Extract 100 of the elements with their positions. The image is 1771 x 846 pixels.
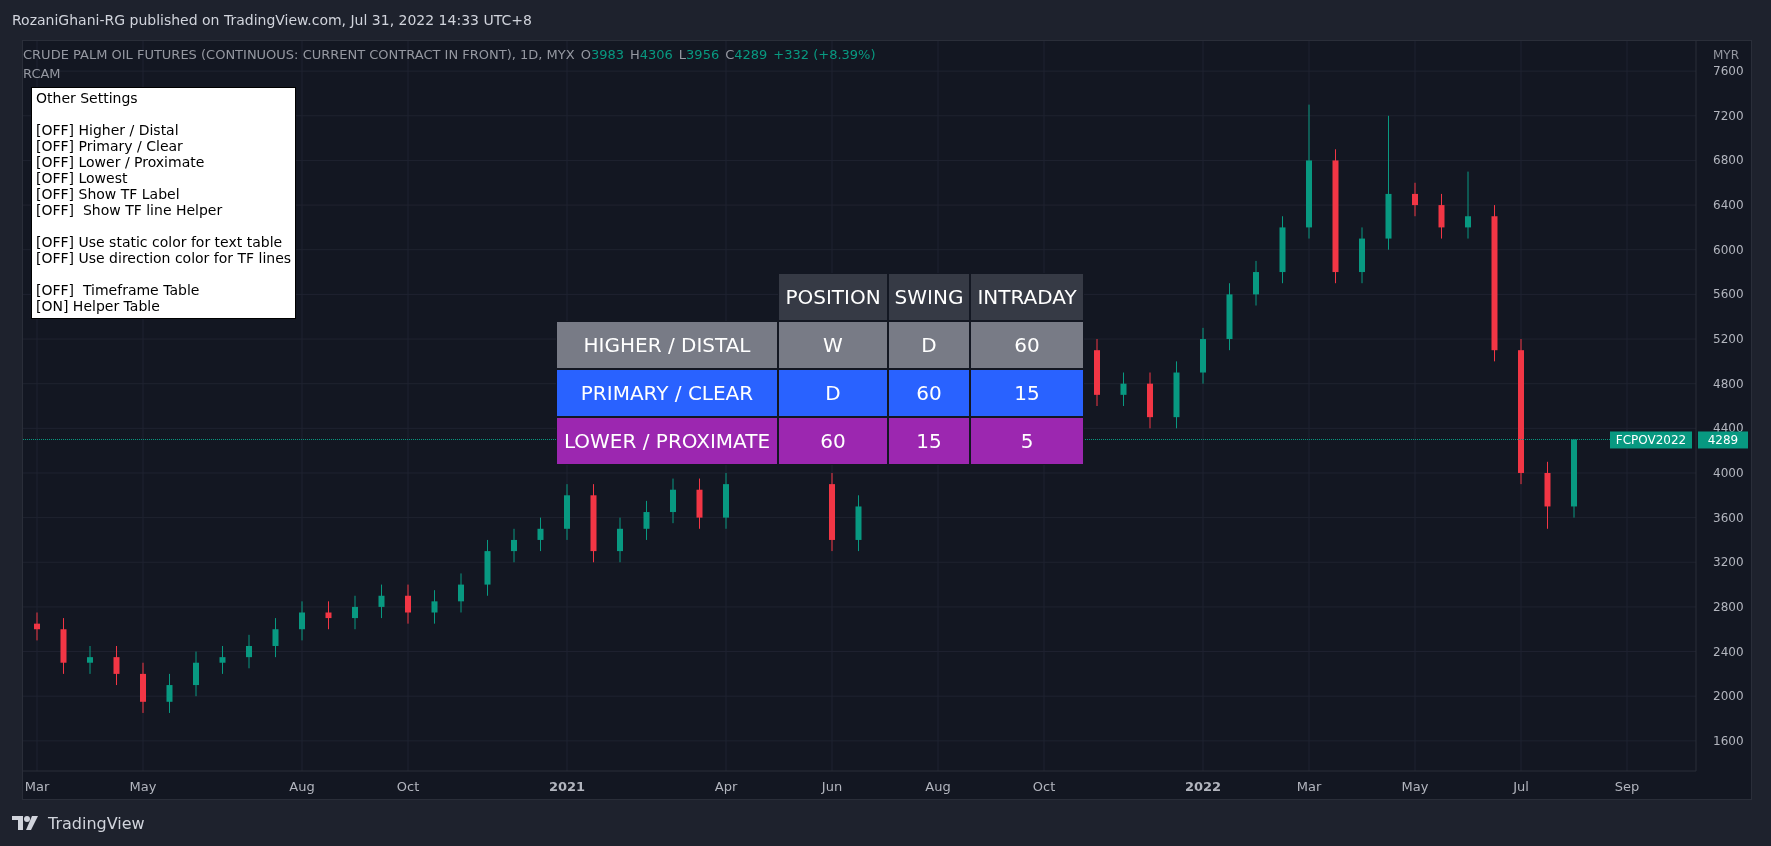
candlestick — [34, 612, 40, 641]
candlestick — [564, 483, 570, 541]
candlestick — [537, 517, 544, 552]
time-tick: 2021 — [548, 779, 586, 794]
candlestick — [511, 528, 517, 563]
setting-line: [OFF] Use direction color for TF lines — [36, 250, 292, 266]
candlestick — [113, 645, 120, 686]
candlestick — [1200, 327, 1206, 385]
candlestick — [617, 517, 623, 563]
table-cell: 15 — [888, 417, 970, 465]
settings-title: Other Settings — [36, 90, 139, 106]
price-change: +332 (+8.39%) — [773, 46, 876, 64]
table-cell: D — [888, 321, 970, 369]
candlestick — [855, 494, 862, 552]
candlestick — [193, 651, 199, 697]
column-header: INTRADAY — [970, 273, 1084, 321]
setting-line: [ON] Helper Table — [36, 298, 161, 314]
price-tick: 5600 — [1713, 287, 1744, 302]
candlestick — [405, 584, 411, 625]
setting-line: [OFF] Show TF line Helper — [36, 202, 224, 218]
price-tick: 6000 — [1713, 242, 1744, 257]
column-header: POSITION — [778, 273, 888, 321]
time-tick: Mar — [1296, 779, 1322, 794]
last-price-label: 4289 — [1698, 431, 1748, 449]
symbol-title: CRUDE PALM OIL FUTURES (CONTINUOUS: CURRENT CONTRACT IN FRONT), 1D, MYX — [23, 46, 575, 64]
table-cell: 5 — [970, 417, 1084, 465]
series-name-label: FCPOV2022 — [1610, 431, 1692, 449]
price-tick: 3600 — [1713, 510, 1744, 525]
candlestick — [1120, 372, 1127, 407]
brand-name: TradingView — [48, 813, 145, 833]
candlestick — [378, 584, 385, 619]
candlestick — [352, 595, 358, 630]
time-tick: May — [1401, 779, 1429, 794]
row-header: HIGHER / DISTAL — [556, 321, 778, 369]
candlestick — [643, 500, 650, 541]
candlestick — [1226, 282, 1233, 351]
table-cell: W — [778, 321, 888, 369]
candlestick — [1412, 182, 1418, 217]
price-tick: 3200 — [1713, 555, 1744, 570]
candlestick — [87, 645, 93, 675]
price-tick: 7200 — [1713, 108, 1744, 123]
currency-label: MYR — [1713, 48, 1740, 62]
time-tick: Aug — [289, 779, 315, 794]
candlestick — [246, 634, 252, 669]
setting-line: [OFF] Higher / Distal — [36, 122, 180, 138]
time-tick: Oct — [1032, 779, 1056, 794]
candlestick — [484, 539, 491, 597]
time-tick: May — [129, 779, 157, 794]
row-header: LOWER / PROXIMATE — [556, 417, 778, 465]
setting-line: [OFF] Timeframe Table — [36, 282, 201, 298]
table-cell: 60 — [888, 369, 970, 417]
candlestick — [1253, 260, 1259, 307]
candlestick — [1147, 372, 1153, 429]
table-cell: 60 — [778, 417, 888, 465]
time-tick: 2022 — [1184, 779, 1222, 794]
price-tick: 6400 — [1713, 198, 1744, 213]
time-tick: Mar — [24, 779, 50, 794]
candlestick — [1438, 193, 1445, 240]
setting-line: [OFF] Lower / Proximate — [36, 154, 206, 170]
candlestick — [1094, 338, 1100, 407]
ohlc-value: H4306 — [629, 46, 673, 64]
candlestick — [1544, 461, 1551, 530]
candlestick — [299, 600, 305, 641]
price-tick: 2400 — [1713, 644, 1744, 659]
candlestick — [325, 600, 332, 630]
candlestick — [1279, 215, 1286, 284]
candlestick — [60, 617, 67, 675]
table-cell: 60 — [970, 321, 1084, 369]
candlestick — [1465, 171, 1471, 240]
price-tick: 5200 — [1713, 332, 1744, 347]
price-tick: 1600 — [1713, 733, 1744, 748]
candlestick — [140, 662, 146, 714]
ohlc-value: C4289 — [725, 46, 768, 64]
candlestick — [219, 645, 226, 675]
candlestick — [1173, 360, 1180, 429]
time-tick: Oct — [396, 779, 420, 794]
price-tick: 7600 — [1713, 64, 1744, 79]
candlestick — [670, 478, 676, 524]
candlestick — [272, 617, 279, 658]
price-tick: 4000 — [1713, 465, 1744, 480]
candlestick — [431, 589, 438, 625]
column-header: SWING — [888, 273, 970, 321]
candlestick — [723, 472, 729, 530]
setting-line: [OFF] Primary / Clear — [36, 138, 184, 154]
row-header: PRIMARY / CLEAR — [556, 369, 778, 417]
candlestick — [166, 673, 173, 714]
setting-line: [OFF] Show TF Label — [36, 186, 181, 202]
setting-line: [OFF] Lowest — [36, 170, 129, 186]
publish-info: RozaniGhani-RG published on TradingView.com, Jul 31, 2022 14:33 UTC+8 — [12, 12, 532, 28]
price-tick: 4800 — [1713, 376, 1744, 391]
candlestick — [696, 478, 703, 530]
setting-line: [OFF] Use static color for text table — [36, 234, 284, 250]
time-tick: Aug — [925, 779, 951, 794]
time-tick: Jul — [1513, 779, 1529, 794]
table-cell: D — [778, 369, 888, 417]
candlestick — [1359, 226, 1365, 284]
price-tick: 6800 — [1713, 153, 1744, 168]
ohlc-value: L3956 — [678, 46, 720, 64]
ohlc-value: O3983 — [580, 46, 624, 64]
candlestick — [458, 572, 464, 613]
